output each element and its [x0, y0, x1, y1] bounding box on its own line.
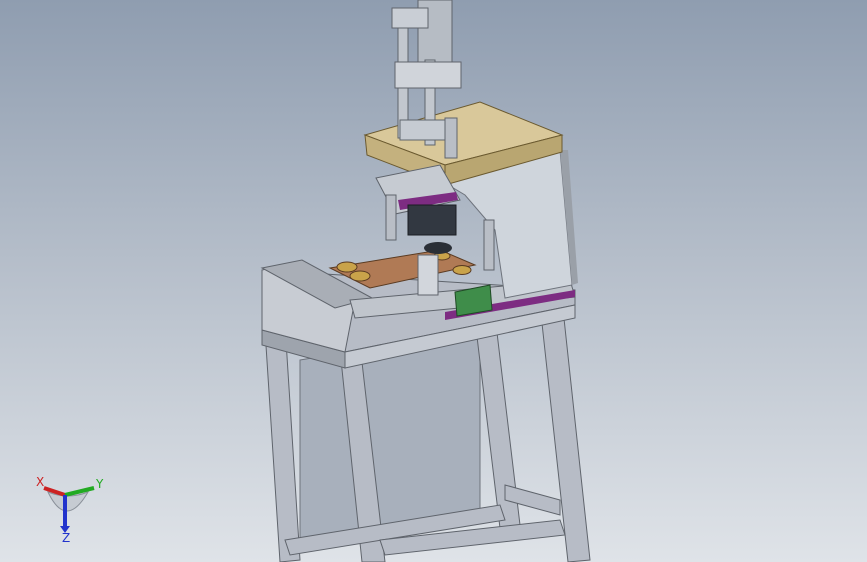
base-post [417, 254, 439, 296]
cad-viewport[interactable]: X Y Z [0, 0, 867, 562]
cylinder-assembly [391, 0, 462, 159]
x-axis-label: X [36, 475, 44, 489]
z-axis-label: Z [62, 531, 70, 545]
punch-block [407, 204, 457, 236]
y-axis-label: Y [95, 477, 104, 491]
die-ring-4 [452, 265, 472, 275]
guide-post-left [385, 194, 397, 241]
die-ring-1 [336, 261, 358, 273]
triad-y-axis [64, 486, 95, 497]
punch-die [424, 242, 452, 254]
guide-post-right [483, 219, 495, 271]
press-machine-model[interactable] [0, 0, 867, 562]
die-ring-2 [349, 270, 371, 282]
coordinate-triad: X Y Z [28, 470, 108, 550]
